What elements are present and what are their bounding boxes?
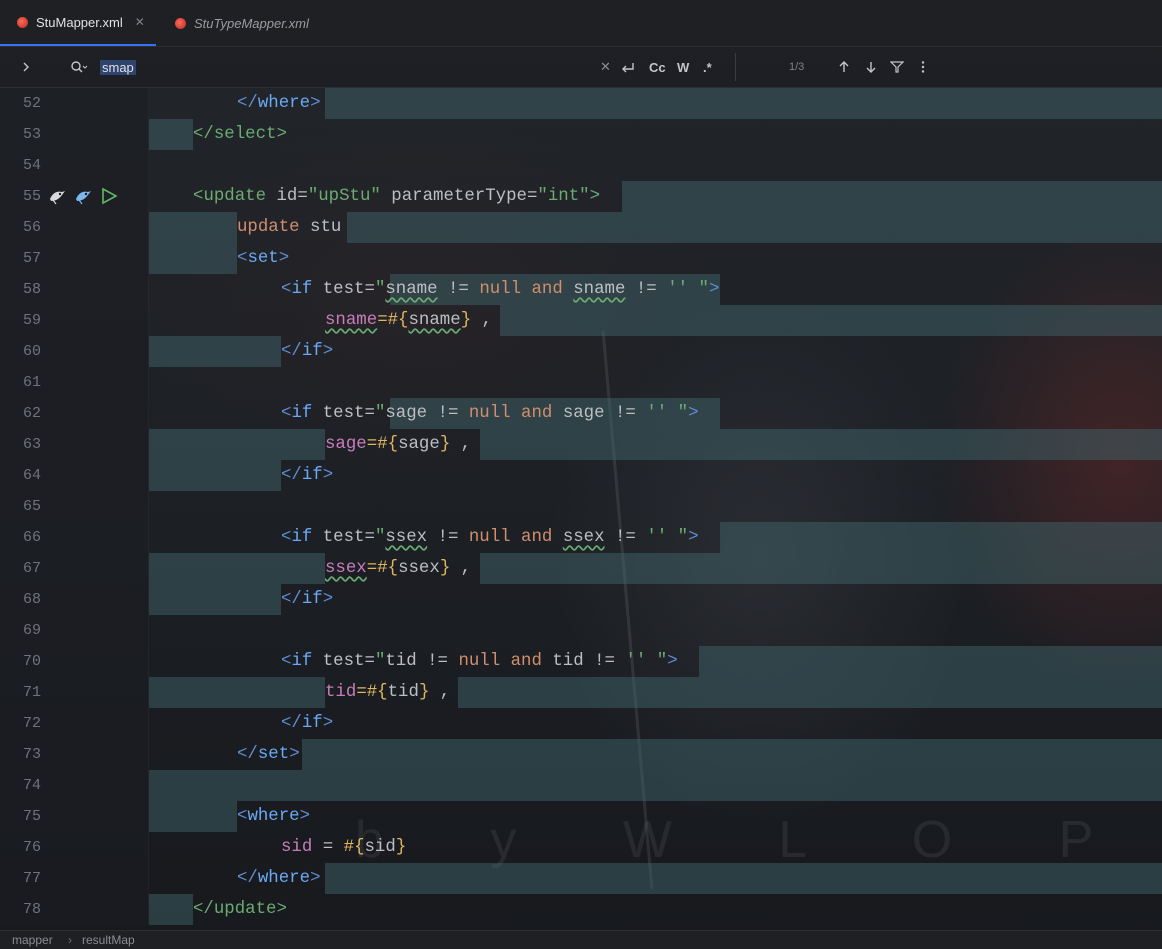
tab-label: StuTypeMapper.xml — [194, 15, 309, 31]
mybatis-bird-icon[interactable] — [48, 187, 66, 205]
find-bar: smap ✕ Cc W .* 1/3 — [0, 47, 1162, 88]
tab-label: StuMapper.xml — [36, 14, 123, 30]
wrap-icon[interactable] — [620, 47, 636, 87]
line-number: 60 — [22, 343, 41, 360]
line-number: 76 — [22, 839, 41, 856]
close-icon[interactable]: ✕ — [135, 15, 145, 29]
line-number: 68 — [22, 591, 41, 608]
code-line: 57 <set> — [0, 243, 1162, 274]
breadcrumb: mapper › resultMap — [0, 930, 1162, 949]
line-number: 64 — [22, 467, 41, 484]
match-counter: 1/3 — [789, 61, 805, 73]
code-line: 70 <if test="tid != null and tid != '' "… — [0, 646, 1162, 677]
code-line: 73 </set> — [0, 739, 1162, 770]
code-line: 74 — [0, 770, 1162, 801]
code-editor[interactable]: 52 </where> 53 </select> 54 55 <update i… — [0, 88, 1162, 925]
breadcrumb-separator: › — [68, 933, 72, 947]
line-number: 56 — [22, 219, 41, 236]
code-line: 76 sid = #{sid} — [0, 832, 1162, 863]
code-line: 54 — [0, 150, 1162, 181]
code-line: 66 <if test="ssex != null and ssex != ''… — [0, 522, 1162, 553]
code-line: 67 ssex=#{ssex} , — [0, 553, 1162, 584]
arrow-up-icon[interactable] — [837, 47, 851, 87]
code-line: 53 </select> — [0, 119, 1162, 150]
match-case-toggle[interactable]: Cc — [649, 47, 666, 87]
breadcrumb-item[interactable]: mapper — [12, 933, 53, 947]
clear-icon[interactable]: ✕ — [600, 47, 611, 87]
chevron-right-icon[interactable] — [20, 47, 32, 87]
code-line: 60 </if> — [0, 336, 1162, 367]
xml-file-icon — [175, 17, 186, 29]
code-line: 63 sage=#{sage} , — [0, 429, 1162, 460]
search-icon[interactable] — [70, 47, 88, 87]
line-number: 71 — [22, 684, 41, 701]
line-number: 58 — [22, 281, 41, 298]
code-line: 72 </if> — [0, 708, 1162, 739]
arrow-down-icon[interactable] — [864, 47, 878, 87]
code-line: 71 tid=#{tid} , — [0, 677, 1162, 708]
line-number: 59 — [22, 312, 41, 329]
xml-file-icon — [17, 16, 28, 28]
code-line: 75 <where> — [0, 801, 1162, 832]
code-line: 56 update stu — [0, 212, 1162, 243]
code-line: 77 </where> — [0, 863, 1162, 894]
line-number: 61 — [22, 374, 41, 391]
editor-tab-bar: StuMapper.xml ✕ StuTypeMapper.xml — [0, 0, 1162, 47]
line-number: 70 — [22, 653, 41, 670]
search-input[interactable]: smap — [100, 47, 136, 87]
code-line: 62 <if test="sage != null and sage != ''… — [0, 398, 1162, 429]
line-number: 72 — [22, 715, 41, 732]
line-number: 62 — [22, 405, 41, 422]
line-number: 54 — [22, 157, 41, 174]
breadcrumb-item[interactable]: resultMap — [82, 933, 135, 947]
search-query: smap — [100, 59, 136, 75]
line-number: 65 — [22, 498, 41, 515]
line-number: 69 — [22, 622, 41, 639]
line-number: 73 — [22, 746, 41, 763]
tab-stutypemapper[interactable]: StuTypeMapper.xml — [158, 0, 328, 46]
tab-stumapper[interactable]: StuMapper.xml ✕ — [0, 0, 156, 46]
mybatis-bird-icon[interactable] — [74, 187, 92, 205]
code-line: 59 sname=#{sname} , — [0, 305, 1162, 336]
line-number: 78 — [22, 901, 41, 918]
line-number: 57 — [22, 250, 41, 267]
code-line: 68 </if> — [0, 584, 1162, 615]
regex-toggle[interactable]: .* — [703, 47, 712, 87]
more-icon[interactable] — [920, 47, 926, 87]
line-number: 75 — [22, 808, 41, 825]
line-number: 77 — [22, 870, 41, 887]
code-line: 64 </if> — [0, 460, 1162, 491]
filter-icon[interactable] — [890, 47, 904, 87]
line-number: 74 — [22, 777, 41, 794]
code-line: 58 <if test="sname != null and sname != … — [0, 274, 1162, 305]
code-line: 61 — [0, 367, 1162, 398]
line-number: 52 — [22, 95, 41, 112]
line-number: 55 — [22, 188, 41, 205]
line-number: 67 — [22, 560, 41, 577]
code-line: 65 — [0, 491, 1162, 522]
code-line: 55 <update id="upStu" parameterType="int… — [0, 181, 1162, 212]
run-icon[interactable] — [100, 187, 118, 205]
whole-word-toggle[interactable]: W — [677, 47, 689, 87]
code-line: 52 </where> — [0, 88, 1162, 119]
divider — [735, 53, 736, 81]
line-number: 63 — [22, 436, 41, 453]
code-line: 78 </update> — [0, 894, 1162, 925]
code-line: 69 — [0, 615, 1162, 646]
line-number: 66 — [22, 529, 41, 546]
line-number: 53 — [22, 126, 41, 143]
